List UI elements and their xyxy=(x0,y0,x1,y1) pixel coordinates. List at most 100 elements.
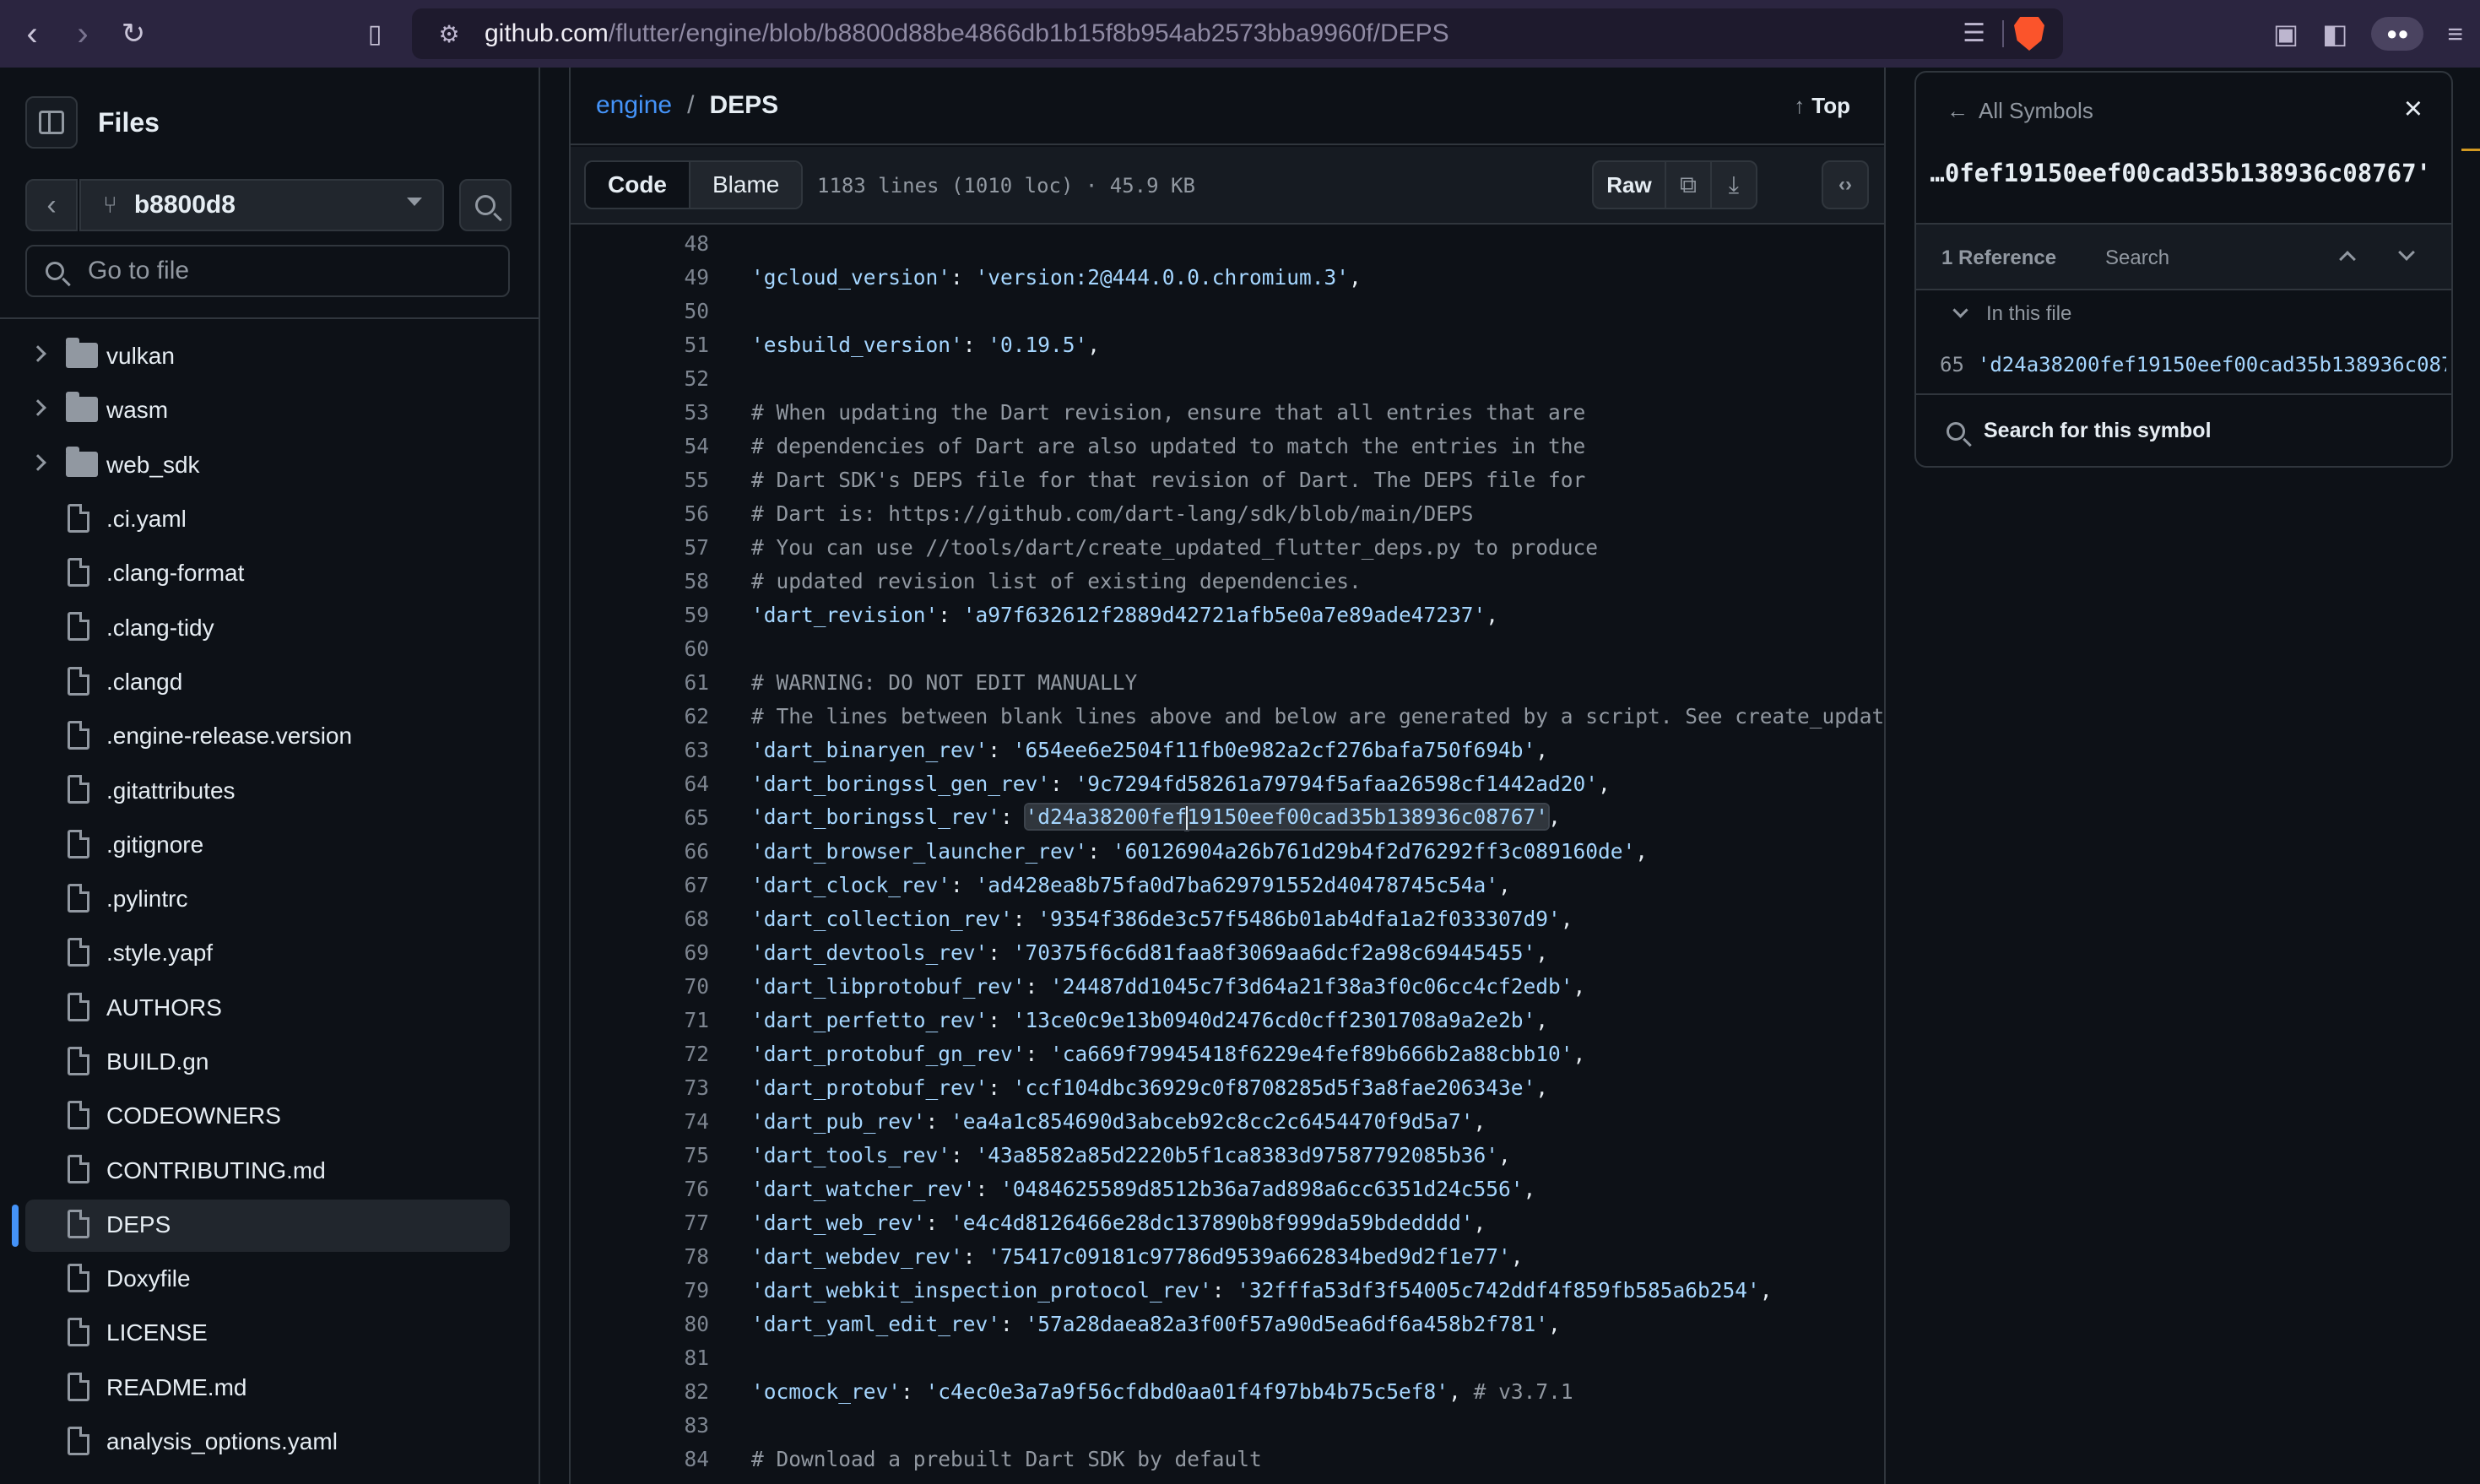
tree-file[interactable]: CONTRIBUTING.md xyxy=(0,1143,539,1197)
line-number[interactable]: 78 xyxy=(571,1244,709,1269)
code-line[interactable]: 73 'dart_protobuf_rev': 'ccf104dbc36929c0… xyxy=(571,1070,1884,1104)
go-to-file-input[interactable]: Go to file xyxy=(25,245,510,297)
tree-file[interactable]: Doxyfile xyxy=(0,1252,539,1306)
line-number[interactable]: 65 xyxy=(571,805,709,830)
code-line[interactable]: 66 'dart_browser_launcher_rev': '60126904… xyxy=(571,834,1884,868)
tree-file[interactable]: analysis_options.yaml xyxy=(0,1415,539,1469)
tree-folder[interactable]: wasm xyxy=(0,383,539,437)
screenshot-icon[interactable]: ▣ xyxy=(2273,18,2299,50)
chevron-down-icon[interactable] xyxy=(2398,244,2415,261)
tree-file[interactable]: .clang-format xyxy=(0,546,539,600)
chevron-right-icon[interactable] xyxy=(30,399,46,417)
line-number[interactable]: 73 xyxy=(571,1075,709,1100)
line-number[interactable]: 51 xyxy=(571,333,709,357)
code-line[interactable]: 80 'dart_yaml_edit_rev': '57a28daea82a3f0… xyxy=(571,1307,1884,1340)
code-line[interactable]: 54 # dependencies of Dart are also update… xyxy=(571,429,1884,463)
code-line[interactable]: 82 'ocmock_rev': 'c4ec0e3a7a9f56cfdbd0aa0… xyxy=(571,1374,1884,1408)
code-line[interactable]: 81 xyxy=(571,1340,1884,1374)
code-line[interactable]: 72 'dart_protobuf_gn_rev': 'ca669f7994541… xyxy=(571,1037,1884,1070)
code-line[interactable]: 71 'dart_perfetto_rev': '13ce0c9e13b0940d… xyxy=(571,1003,1884,1037)
in-this-file-toggle[interactable]: In this file xyxy=(1952,302,2071,326)
download-icon[interactable]: ⤓ xyxy=(1710,162,1756,208)
search-tab[interactable]: Search xyxy=(2105,246,2169,270)
reference-item[interactable]: 65 'd24a38200fef19150eef00cad35b138936c08… xyxy=(1940,353,2446,376)
search-symbol-button[interactable]: Search for this symbol xyxy=(1947,419,2212,443)
code-line[interactable]: 52 xyxy=(571,361,1884,395)
address-bar[interactable]: ⚙ github.com/flutter/engine/blob/b8800d8… xyxy=(412,8,2063,59)
code-line[interactable]: 61 # WARNING: DO NOT EDIT MANUALLY xyxy=(571,665,1884,699)
line-number[interactable]: 61 xyxy=(571,670,709,695)
code-line[interactable]: 74 'dart_pub_rev': 'ea4a1c854690d3abceb92… xyxy=(571,1104,1884,1138)
line-number[interactable]: 58 xyxy=(571,569,709,593)
line-number[interactable]: 48 xyxy=(571,231,709,256)
menu-icon[interactable]: ≡ xyxy=(2447,19,2463,50)
extensions-icon[interactable]: ●● xyxy=(2371,17,2424,51)
line-number[interactable]: 66 xyxy=(571,839,709,864)
code-line[interactable]: 77 'dart_web_rev': 'e4c4d8126466e28dc1378… xyxy=(571,1205,1884,1239)
code-line[interactable]: 76 'dart_watcher_rev': '0484625589d8512b3… xyxy=(571,1172,1884,1205)
sidebar-panel-icon[interactable]: ◧ xyxy=(2322,18,2347,50)
line-number[interactable]: 72 xyxy=(571,1042,709,1066)
tree-file[interactable]: .gitattributes xyxy=(0,763,539,817)
code-line[interactable]: 62 # The lines between blank lines above … xyxy=(571,699,1884,733)
code-line[interactable]: 60 xyxy=(571,631,1884,665)
line-number[interactable]: 83 xyxy=(571,1413,709,1438)
url-text[interactable]: github.com/flutter/engine/blob/b8800d88b… xyxy=(485,19,1449,48)
tree-file[interactable]: .gitignore xyxy=(0,818,539,872)
tree-file[interactable]: .engine-release.version xyxy=(0,709,539,763)
code-line[interactable]: 57 # You can use //tools/dart/create_upda… xyxy=(571,530,1884,564)
line-number[interactable]: 85 xyxy=(571,1481,709,1484)
code-line[interactable]: 67 'dart_clock_rev': 'ad428ea8b75fa0d7ba6… xyxy=(571,868,1884,902)
line-number[interactable]: 49 xyxy=(571,265,709,290)
tab-blame[interactable]: Blame xyxy=(690,162,802,208)
line-number[interactable]: 55 xyxy=(571,468,709,492)
line-number[interactable]: 71 xyxy=(571,1008,709,1032)
tree-folder[interactable]: web_sdk xyxy=(0,438,539,492)
branch-selector[interactable]: ⑂ b8800d8 xyxy=(79,179,444,231)
brave-shields-icon[interactable] xyxy=(2014,17,2044,51)
chevron-right-icon[interactable] xyxy=(30,345,46,362)
tree-file[interactable]: DEPS xyxy=(0,1198,539,1252)
line-number[interactable]: 57 xyxy=(571,535,709,560)
code-line[interactable]: 53 # When updating the Dart revision, ens… xyxy=(571,395,1884,429)
code-line[interactable]: 69 'dart_devtools_rev': '70375f6c6d81faa8… xyxy=(571,935,1884,969)
tree-file[interactable]: .clangd xyxy=(0,655,539,709)
code-line[interactable]: 79 'dart_webkit_inspection_protocol_rev':… xyxy=(571,1273,1884,1307)
tree-file[interactable]: CODEOWNERS xyxy=(0,1089,539,1143)
close-icon[interactable]: × xyxy=(2404,91,2423,127)
tree-file[interactable]: .clang-tidy xyxy=(0,600,539,654)
code-line[interactable]: 50 xyxy=(571,294,1884,328)
line-number[interactable]: 70 xyxy=(571,974,709,999)
back-icon[interactable]: ‹ xyxy=(7,8,57,59)
line-number[interactable]: 54 xyxy=(571,434,709,458)
code-line[interactable]: 75 'dart_tools_rev': '43a8582a85d2220b5f1… xyxy=(571,1138,1884,1172)
code-line[interactable]: 58 # updated revision list of existing de… xyxy=(571,564,1884,598)
code-line[interactable]: 48 xyxy=(571,226,1884,260)
tree-file[interactable]: .ci.yaml xyxy=(0,492,539,546)
line-number[interactable]: 63 xyxy=(571,738,709,762)
top-button[interactable]: ↑ Top xyxy=(1794,93,1850,119)
tree-file[interactable]: .style.yapf xyxy=(0,926,539,980)
tree-file[interactable]: LICENSE xyxy=(0,1306,539,1360)
line-number[interactable]: 79 xyxy=(571,1278,709,1303)
symbols-panel-button[interactable]: ‹› xyxy=(1822,160,1869,209)
code-line[interactable]: 65 'dart_boringssl_rev': 'd24a38200fef191… xyxy=(571,800,1884,834)
line-number[interactable]: 59 xyxy=(571,603,709,627)
line-number[interactable]: 64 xyxy=(571,772,709,796)
line-number[interactable]: 82 xyxy=(571,1379,709,1404)
copy-icon[interactable]: ⧉ xyxy=(1665,162,1710,208)
line-number[interactable]: 75 xyxy=(571,1143,709,1167)
line-number[interactable]: 52 xyxy=(571,366,709,391)
line-number[interactable]: 67 xyxy=(571,873,709,897)
line-number[interactable]: 74 xyxy=(571,1109,709,1134)
reader-mode-icon[interactable]: ☰ xyxy=(1963,19,1985,48)
line-number[interactable]: 62 xyxy=(571,704,709,728)
line-number[interactable]: 53 xyxy=(571,400,709,425)
tree-folder[interactable]: vulkan xyxy=(0,329,539,383)
chevron-up-icon[interactable] xyxy=(2339,251,2356,268)
reload-icon[interactable]: ↻ xyxy=(108,8,159,59)
forward-icon[interactable]: › xyxy=(57,8,108,59)
line-number[interactable]: 80 xyxy=(571,1312,709,1336)
code-line[interactable]: 84 # Download a prebuilt Dart SDK by defa… xyxy=(571,1442,1884,1476)
line-number[interactable]: 60 xyxy=(571,636,709,661)
